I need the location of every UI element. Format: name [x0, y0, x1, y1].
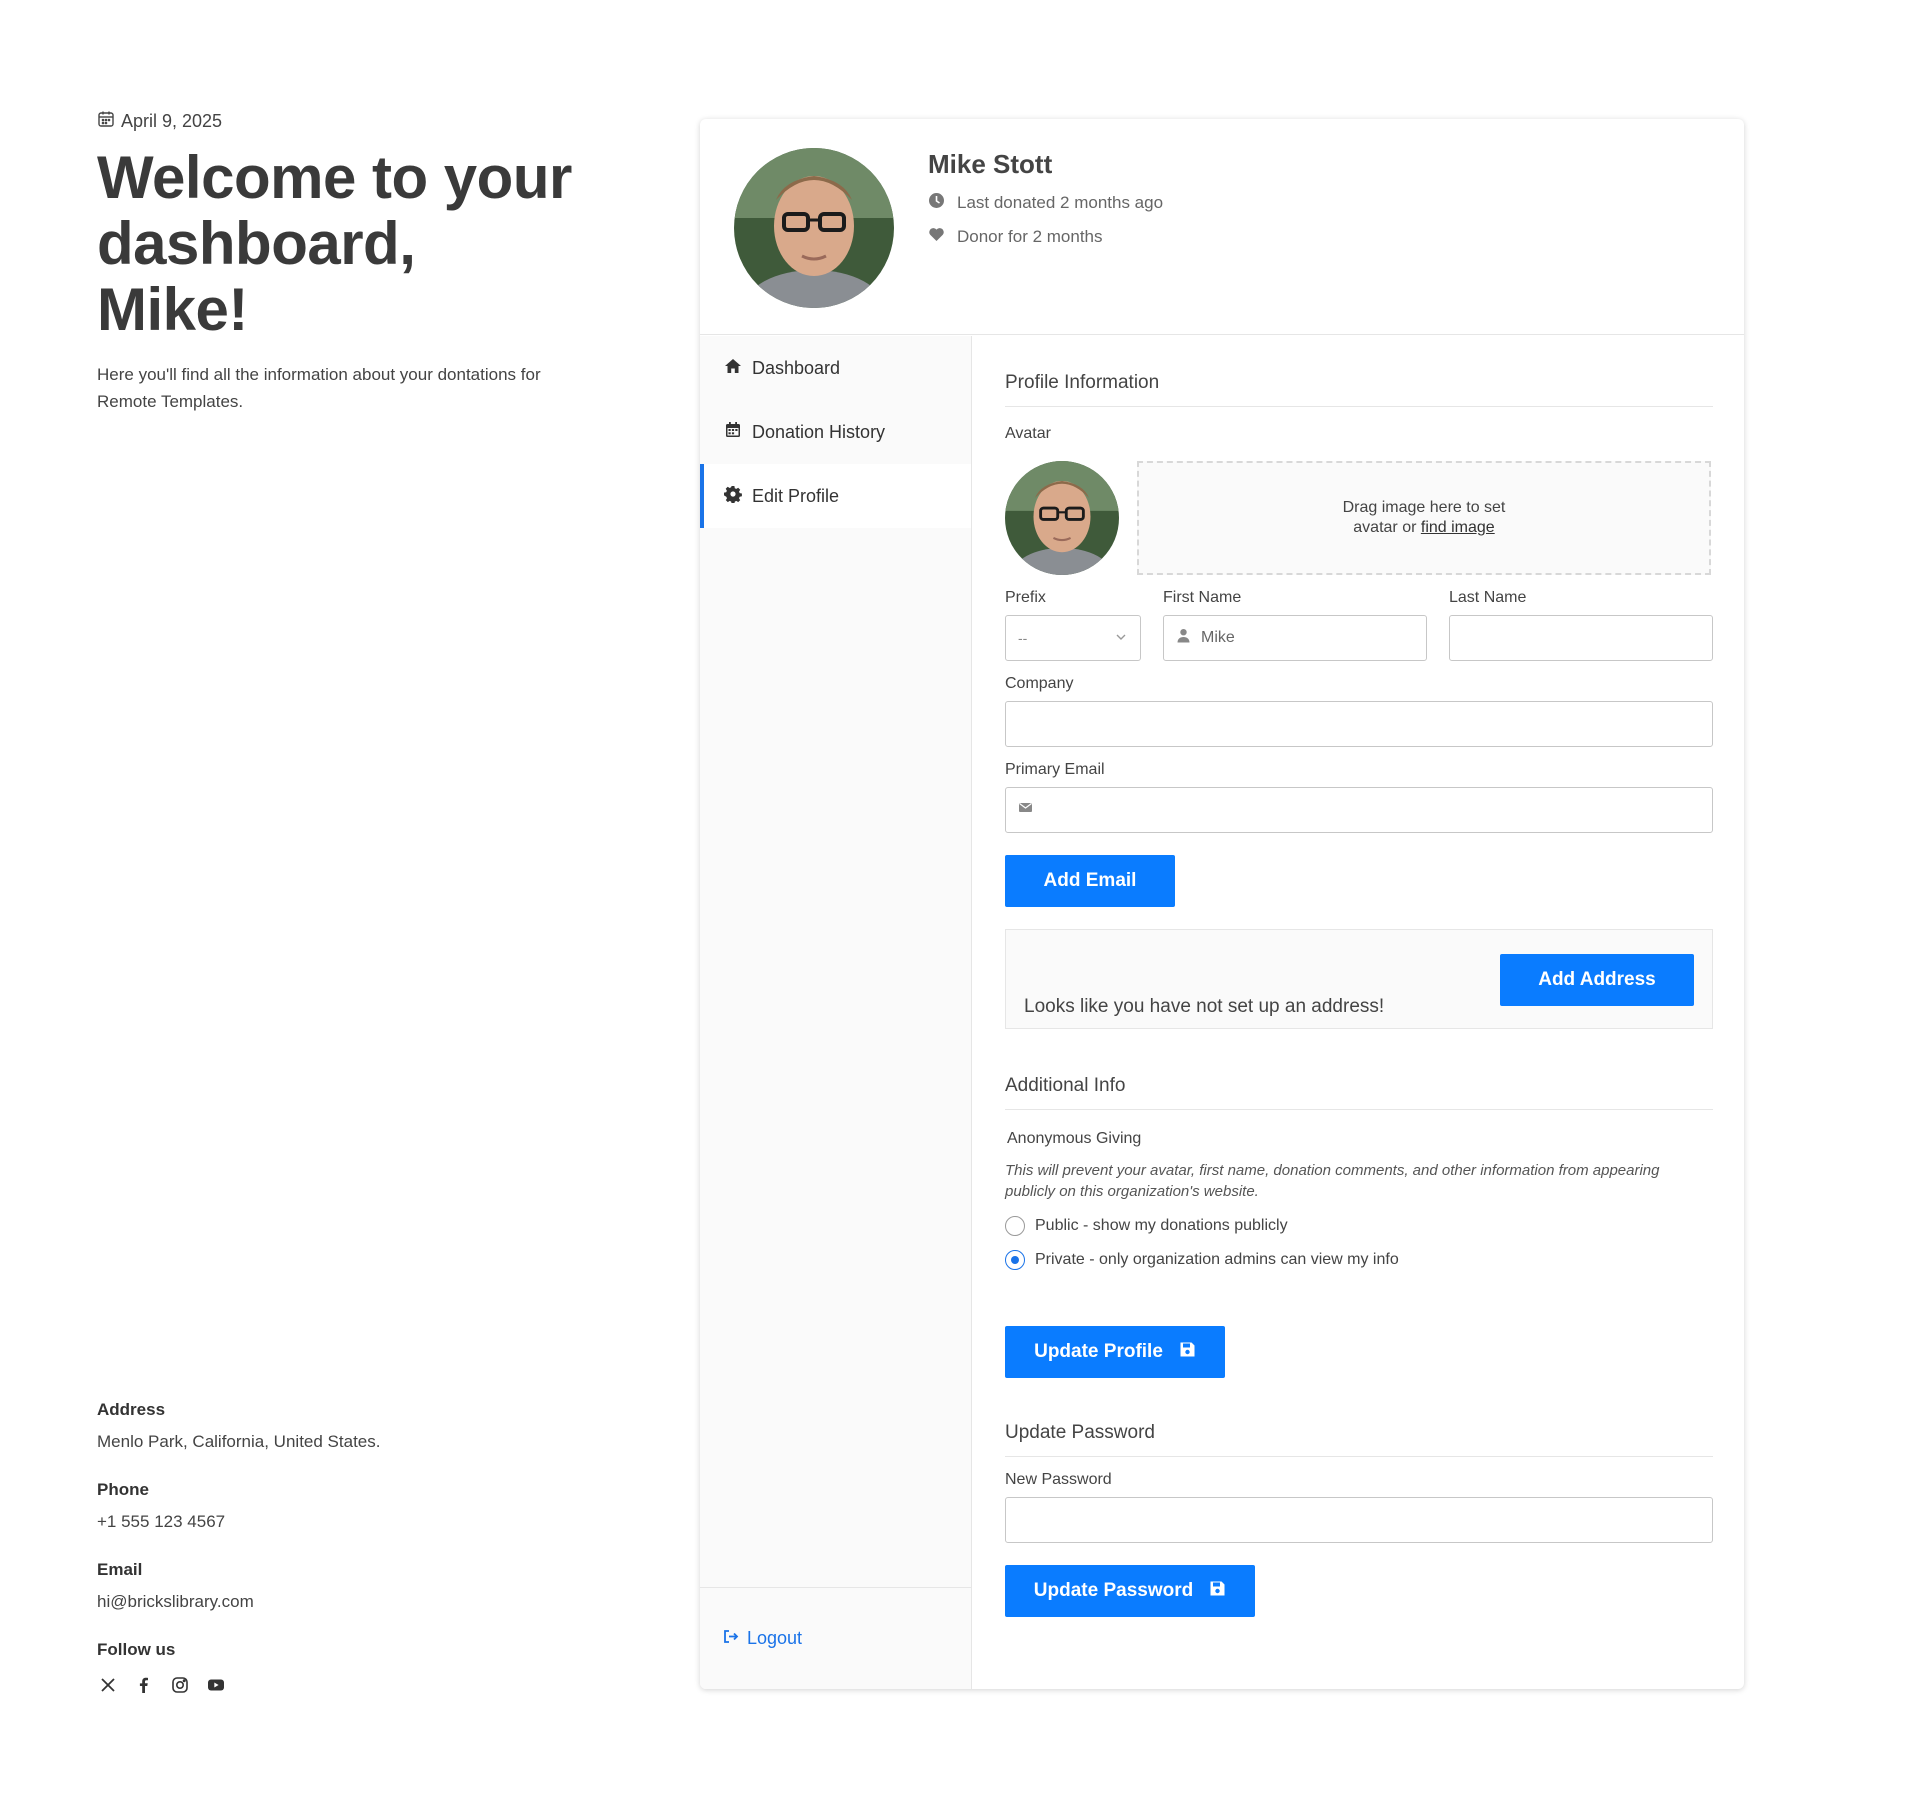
- profile-name: Mike Stott: [928, 149, 1053, 179]
- x-icon[interactable]: [97, 1674, 119, 1696]
- first-name-field: First Name Mike: [1163, 589, 1427, 661]
- avatar-dropzone[interactable]: Drag image here to set avatar or find im…: [1137, 461, 1711, 575]
- social-links: [97, 1674, 517, 1696]
- dropzone-text-line2: avatar or find image: [1353, 518, 1494, 538]
- first-name-value: Mike: [1201, 629, 1235, 646]
- primary-email-label: Primary Email: [1005, 761, 1105, 778]
- radio-public-label: Public - show my donations publicly: [1035, 1217, 1288, 1234]
- first-name-label: First Name: [1163, 589, 1242, 606]
- date-row: April 9, 2025: [97, 110, 577, 133]
- prefix-select[interactable]: --: [1005, 615, 1141, 661]
- profile-card: Mike Stott Last donated 2 months ago Don…: [700, 119, 1744, 1689]
- sidebar-item-dashboard[interactable]: Dashboard: [700, 336, 971, 400]
- facebook-icon[interactable]: [133, 1674, 155, 1696]
- left-column: April 9, 2025 Welcome to your dashboard,…: [97, 110, 577, 415]
- address-box: Looks like you have not set up an addres…: [1005, 929, 1713, 1029]
- avatar-row: Drag image here to set avatar or find im…: [1005, 461, 1713, 575]
- logout-link[interactable]: Logout: [700, 1587, 971, 1689]
- sidebar-item-label: Dashboard: [752, 357, 841, 378]
- primary-email-input[interactable]: [1005, 787, 1713, 833]
- additional-info-title: Additional Info: [1005, 1029, 1713, 1110]
- home-icon: [724, 357, 742, 380]
- anonymous-giving-label: Anonymous Giving: [1007, 1130, 1142, 1147]
- company-label: Company: [1005, 675, 1074, 692]
- clock-icon: [928, 192, 945, 214]
- follow-label: Follow us: [97, 1640, 176, 1659]
- profile-header-info: Mike Stott Last donated 2 months ago Don…: [928, 149, 1163, 248]
- sidebar-item-edit-profile[interactable]: Edit Profile: [700, 464, 971, 528]
- new-password-input[interactable]: [1005, 1497, 1713, 1543]
- add-address-label: Add Address: [1538, 969, 1656, 990]
- last-name-input[interactable]: [1449, 615, 1713, 661]
- prefix-field: Prefix --: [1005, 589, 1141, 661]
- company-input[interactable]: [1005, 701, 1713, 747]
- prefix-label: Prefix: [1005, 589, 1046, 606]
- phone-label: Phone: [97, 1480, 149, 1499]
- edit-profile-form: Profile Information Avatar Drag image he…: [1005, 336, 1713, 1617]
- chevron-down-icon: [1114, 630, 1128, 647]
- last-name-field: Last Name: [1449, 589, 1713, 661]
- last-donated-text: Last donated 2 months ago: [957, 193, 1164, 212]
- calendar-icon: [724, 421, 742, 444]
- date-text: April 9, 2025: [121, 111, 223, 131]
- radio-private-control[interactable]: [1005, 1250, 1025, 1270]
- avatar: [734, 148, 894, 308]
- add-address-button[interactable]: Add Address: [1500, 954, 1694, 1006]
- donor-for-row: Donor for 2 months: [928, 226, 1163, 248]
- sidebar-item-label: Donation History: [752, 421, 886, 442]
- radio-private[interactable]: Private - only organization admins can v…: [1005, 1250, 1713, 1270]
- prefix-value: --: [1018, 630, 1028, 646]
- sidebar: Dashboard Donation History Edit Profile …: [700, 336, 972, 1689]
- welcome-title: Welcome to your dashboard, Mike!: [97, 144, 572, 343]
- save-icon: [1209, 1580, 1226, 1603]
- update-profile-button[interactable]: Update Profile: [1005, 1326, 1225, 1378]
- email-label: Email: [97, 1560, 143, 1579]
- user-icon: [1176, 628, 1191, 648]
- radio-private-label: Private - only organization admins can v…: [1035, 1251, 1399, 1268]
- update-password-button[interactable]: Update Password: [1005, 1565, 1255, 1617]
- add-email-button[interactable]: Add Email: [1005, 855, 1175, 907]
- instagram-icon[interactable]: [169, 1674, 191, 1696]
- sidebar-item-label: Edit Profile: [752, 485, 840, 506]
- avatar-label: Avatar: [1005, 425, 1051, 442]
- logout-label: Logout: [747, 1628, 803, 1648]
- anonymous-giving-help: This will prevent your avatar, first nam…: [1005, 1162, 1660, 1200]
- avatar: [1005, 461, 1119, 575]
- last-donated-row: Last donated 2 months ago: [928, 192, 1163, 214]
- new-password-label: New Password: [1005, 1471, 1112, 1488]
- contact-info: Address Menlo Park, California, United S…: [97, 1400, 517, 1696]
- heart-icon: [928, 226, 945, 248]
- address-label: Address: [97, 1400, 166, 1419]
- add-email-label: Add Email: [1043, 870, 1137, 891]
- address-value: Menlo Park, California, United States.: [97, 1432, 381, 1451]
- calendar-icon: [97, 110, 115, 133]
- update-password-label: Update Password: [1033, 1580, 1194, 1601]
- email-value[interactable]: hi@brickslibrary.com: [97, 1592, 517, 1612]
- update-password-title: Update Password: [1005, 1378, 1713, 1457]
- profile-information-title: Profile Information: [1005, 336, 1713, 407]
- dropzone-text: Drag image here to set: [1342, 499, 1506, 516]
- gear-icon: [724, 485, 742, 508]
- phone-value[interactable]: +1 555 123 4567: [97, 1512, 517, 1532]
- radio-public-control[interactable]: [1005, 1216, 1025, 1236]
- radio-public[interactable]: Public - show my donations publicly: [1005, 1216, 1713, 1236]
- find-image-link[interactable]: find image: [1421, 519, 1495, 536]
- save-icon: [1179, 1341, 1196, 1364]
- name-row: Prefix -- First Name Mike Last Name: [1005, 589, 1713, 661]
- no-address-text: Looks like you have not set up an addres…: [1024, 996, 1385, 1017]
- dropzone-text-2: avatar or: [1353, 519, 1417, 536]
- update-profile-label: Update Profile: [1034, 1341, 1163, 1362]
- profile-header: Mike Stott Last donated 2 months ago Don…: [700, 119, 1744, 335]
- sidebar-item-donation-history[interactable]: Donation History: [700, 400, 971, 464]
- intro-text: Here you'll find all the information abo…: [97, 365, 541, 411]
- youtube-icon[interactable]: [205, 1674, 227, 1696]
- envelope-icon: [1018, 800, 1033, 820]
- first-name-input[interactable]: Mike: [1163, 615, 1427, 661]
- logout-icon: [722, 1628, 739, 1650]
- donor-for-text: Donor for 2 months: [957, 227, 1103, 246]
- last-name-label: Last Name: [1449, 589, 1527, 606]
